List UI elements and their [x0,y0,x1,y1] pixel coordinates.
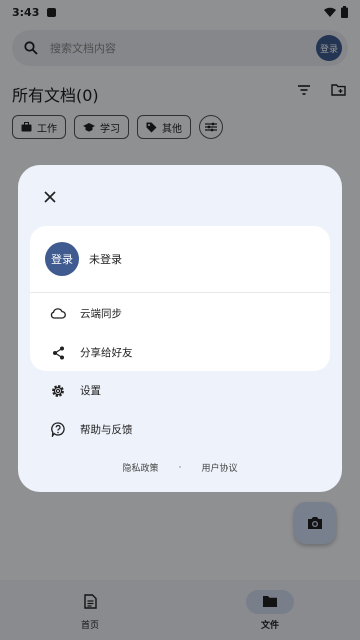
share-icon [52,346,64,359]
account-card: 登录 未登录 云端同步 分享给好友 [30,226,330,371]
terms-link[interactable]: 用户协议 [201,461,237,474]
menu-item-share[interactable]: 分享给好友 [30,333,330,372]
cloud-icon [50,308,66,319]
close-button[interactable] [40,187,60,207]
privacy-policy-link[interactable]: 隐私政策 [123,461,159,474]
help-feedback-icon [51,422,65,437]
menu-label: 帮助与反馈 [80,424,133,436]
menu-item-cloud-sync[interactable]: 云端同步 [30,294,330,333]
account-row[interactable]: 登录 未登录 [30,226,330,293]
footer-links: 隐私政策 · 用户协议 [18,461,342,475]
menu-item-help[interactable]: 帮助与反馈 [30,410,330,449]
menu-label: 云端同步 [80,308,122,320]
menu-label: 设置 [80,385,101,397]
menu-item-settings[interactable]: 设置 [30,371,330,410]
close-icon [44,191,56,203]
account-menu-dialog: 登录 未登录 云端同步 分享给好友 设置 帮助与反馈 隐私政策 · 用户协议 [18,165,342,492]
menu-label: 分享给好友 [80,347,133,359]
avatar: 登录 [45,242,79,276]
account-name: 未登录 [89,253,122,266]
footer-separator: · [178,462,182,473]
gear-icon [52,384,64,397]
settings-menu: 设置 帮助与反馈 [30,371,330,449]
